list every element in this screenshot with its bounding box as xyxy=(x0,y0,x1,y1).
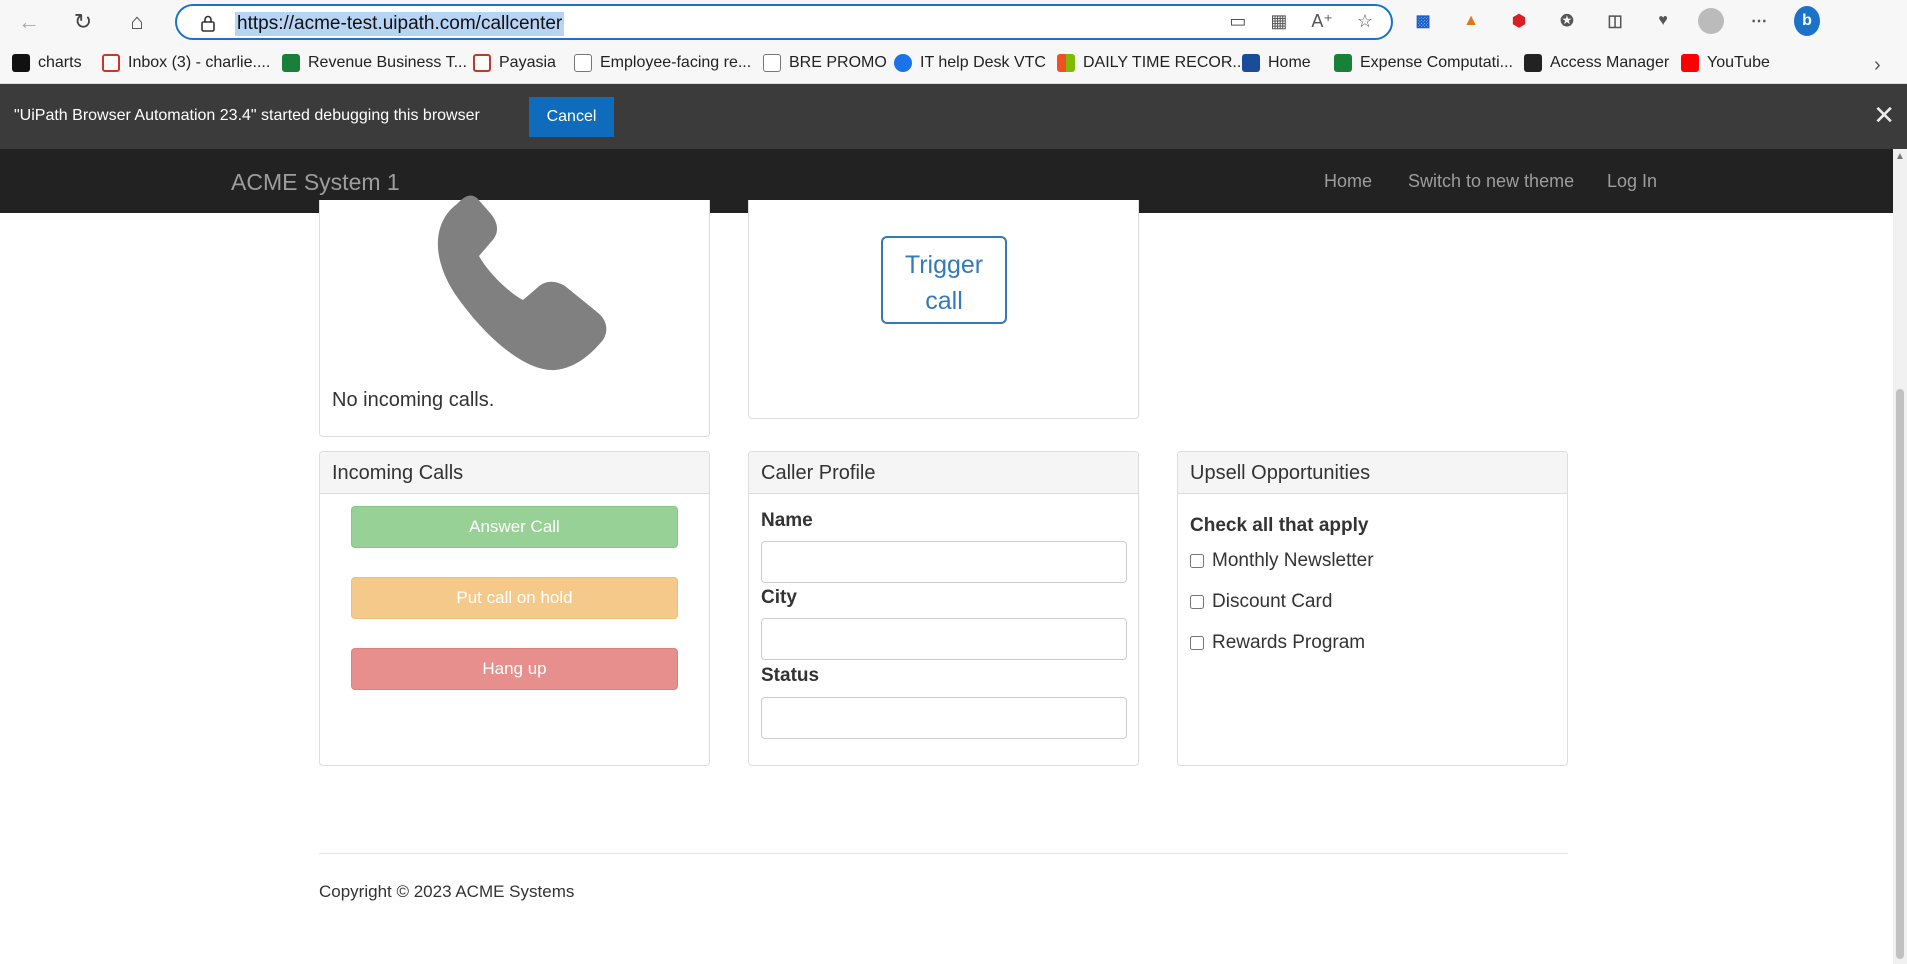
upsell-title: Upsell Opportunities xyxy=(1178,452,1567,494)
infobar-message: "UiPath Browser Automation 23.4" started… xyxy=(14,107,480,124)
nav-link-switch-theme[interactable]: Switch to new theme xyxy=(1408,171,1574,192)
bookmarks-overflow-chevron-icon[interactable]: › xyxy=(1874,54,1881,77)
bookmark-item[interactable]: BRE PROMO xyxy=(763,54,887,72)
sheets-icon xyxy=(282,54,300,72)
bookmark-item[interactable]: DAILY TIME RECOR... xyxy=(1057,54,1246,72)
profile-avatar-icon[interactable] xyxy=(1698,8,1724,34)
address-bar[interactable]: https://acme-test.uipath.com/callcenter … xyxy=(175,4,1393,40)
upsell-option-rewards[interactable]: Rewards Program xyxy=(1190,632,1365,654)
footer-divider xyxy=(319,853,1568,854)
page-icon xyxy=(574,54,592,72)
access-icon xyxy=(1524,54,1542,72)
debugging-infobar: "UiPath Browser Automation 23.4" started… xyxy=(0,84,1907,149)
bookmark-item[interactable]: Home xyxy=(1242,54,1311,72)
upsell-option-discount-card[interactable]: Discount Card xyxy=(1190,591,1332,613)
footer-copyright: Copyright © 2023 ACME Systems xyxy=(319,882,575,901)
trigger-call-label-2: call xyxy=(925,287,963,315)
nav-link-login[interactable]: Log In xyxy=(1607,171,1657,192)
incoming-calls-panel: Incoming Calls Answer Call Put call on h… xyxy=(319,451,710,766)
page-icon xyxy=(763,54,781,72)
nav-link-home[interactable]: Home xyxy=(1324,171,1372,192)
call-status-text: No incoming calls. xyxy=(332,389,495,411)
browser-toolbar: ← ↻ ⌂ https://acme-test.uipath.com/callc… xyxy=(0,0,1907,44)
trigger-call-button[interactable]: Trigger call xyxy=(881,236,1007,324)
bookmark-item[interactable]: Employee-facing re... xyxy=(574,54,751,72)
upsell-opportunities-panel: Upsell Opportunities Check all that appl… xyxy=(1177,451,1568,766)
bookmark-item[interactable]: YouTube xyxy=(1681,54,1770,72)
favorite-star-icon[interactable]: ☆ xyxy=(1357,11,1373,32)
status-input[interactable] xyxy=(761,697,1127,739)
close-icon[interactable]: ✕ xyxy=(1873,100,1895,131)
adblock-icon[interactable]: ⬢ xyxy=(1506,8,1532,34)
bookmark-item[interactable]: Revenue Business T... xyxy=(282,54,467,72)
rewards-checkbox[interactable] xyxy=(1190,636,1204,650)
hold-call-button[interactable]: Put call on hold xyxy=(351,577,678,619)
caller-profile-title: Caller Profile xyxy=(749,452,1138,494)
name-label: Name xyxy=(761,510,813,531)
trigger-call-panel: Trigger call xyxy=(748,200,1139,419)
answer-call-button[interactable]: Answer Call xyxy=(351,506,678,548)
rewards-label: Rewards Program xyxy=(1212,632,1366,653)
bookmarks-bar: charts Inbox (3) - charlie.... Revenue B… xyxy=(0,44,1907,84)
discount-card-checkbox[interactable] xyxy=(1190,595,1204,609)
app-available-icon[interactable]: ▭ xyxy=(1229,11,1246,32)
bing-copilot-icon[interactable]: b xyxy=(1794,6,1820,36)
bitwarden-icon[interactable]: ▩ xyxy=(1410,8,1436,34)
helpdesk-icon xyxy=(894,54,912,72)
newsletter-label: Monthly Newsletter xyxy=(1212,550,1374,571)
bookmark-item[interactable]: IT help Desk VTC xyxy=(894,54,1046,72)
trigger-call-label-1: Trigger xyxy=(904,251,984,279)
newsletter-checkbox[interactable] xyxy=(1190,554,1204,568)
tradingview-icon xyxy=(12,54,30,72)
microsoft-icon xyxy=(1057,54,1075,72)
city-input[interactable] xyxy=(761,618,1127,660)
caller-profile-panel: Caller Profile Name City Status xyxy=(748,451,1139,766)
back-arrow-icon[interactable]: ← xyxy=(14,8,44,36)
collections-grid-icon[interactable]: ▦ xyxy=(1270,11,1287,32)
home-icon[interactable]: ⌂ xyxy=(122,8,152,36)
read-aloud-icon[interactable]: A⁺ xyxy=(1311,11,1333,32)
cancel-debugging-button[interactable]: Cancel xyxy=(529,97,614,137)
refresh-icon[interactable]: ↻ xyxy=(68,8,98,36)
phone-status-panel: No incoming calls. xyxy=(319,195,710,437)
payasia-icon xyxy=(473,54,491,72)
status-label: Status xyxy=(761,665,820,686)
more-menu-icon[interactable]: ⋯ xyxy=(1746,8,1772,34)
bookmark-item[interactable]: Access Manager xyxy=(1524,54,1669,72)
bookmark-item[interactable]: Payasia xyxy=(473,54,556,72)
bookmark-item[interactable]: Inbox (3) - charlie.... xyxy=(102,54,270,72)
sf-icon xyxy=(1242,54,1260,72)
upsell-option-newsletter[interactable]: Monthly Newsletter xyxy=(1190,550,1374,572)
upsell-instruction: Check all that apply xyxy=(1190,515,1369,536)
youtube-icon xyxy=(1681,54,1699,72)
phone-handset-icon xyxy=(437,195,607,371)
lock-icon[interactable] xyxy=(199,14,217,32)
metamask-icon[interactable]: ▲ xyxy=(1458,8,1484,34)
browser-essentials-icon[interactable]: ♥ xyxy=(1650,8,1676,34)
extensions-puzzle-icon[interactable]: ✪ xyxy=(1554,8,1580,34)
gmail-icon xyxy=(102,54,120,72)
discount-card-label: Discount Card xyxy=(1212,591,1333,612)
brand-title[interactable]: ACME System 1 xyxy=(231,169,400,196)
scroll-up-arrow-icon[interactable]: ▲ xyxy=(1895,151,1905,162)
name-input[interactable] xyxy=(761,541,1127,583)
page-scrollbar[interactable]: ▲ xyxy=(1893,149,1907,964)
incoming-calls-title: Incoming Calls xyxy=(320,452,709,494)
bookmark-item[interactable]: charts xyxy=(12,54,82,72)
scroll-thumb[interactable] xyxy=(1896,389,1904,959)
city-label: City xyxy=(761,587,797,608)
split-screen-icon[interactable]: ◫ xyxy=(1602,8,1628,34)
bookmark-item[interactable]: Expense Computati... xyxy=(1334,54,1513,72)
hang-up-button[interactable]: Hang up xyxy=(351,648,678,690)
sheets-icon xyxy=(1334,54,1352,72)
url-text[interactable]: https://acme-test.uipath.com/callcenter xyxy=(235,12,565,36)
